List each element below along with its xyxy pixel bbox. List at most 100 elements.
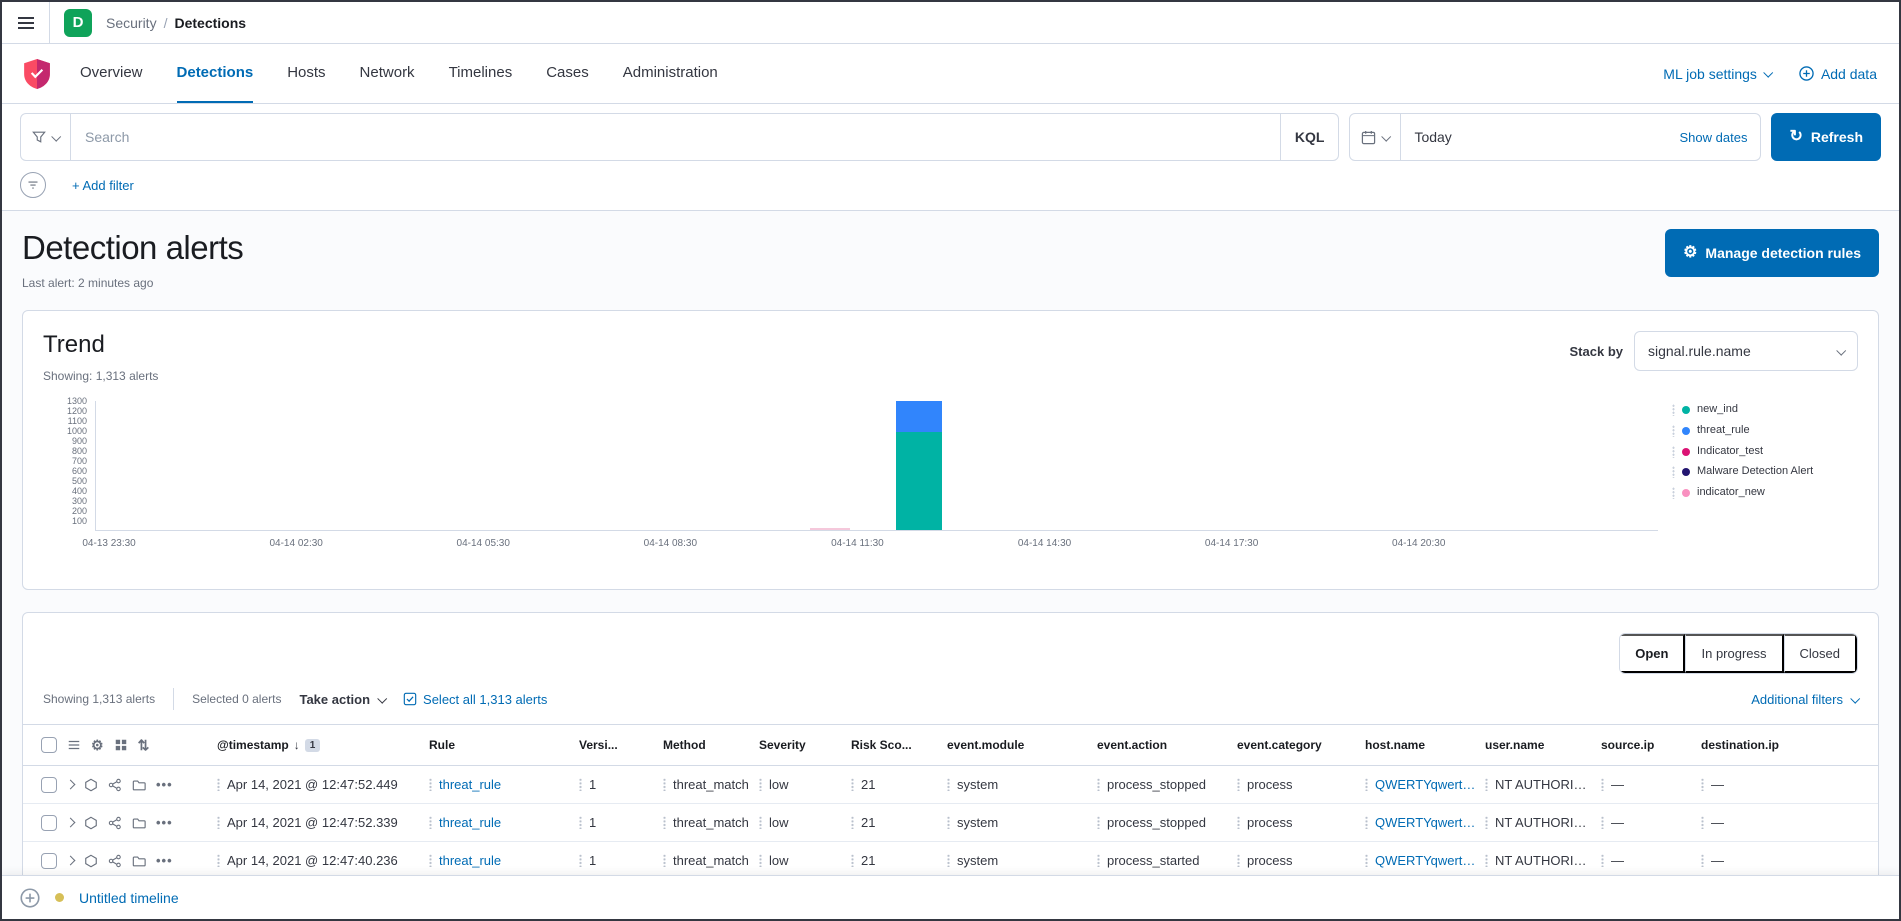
analyze-event-icon[interactable]	[84, 778, 98, 792]
column-header-timestamp[interactable]: @timestamp ↓ 1	[217, 738, 429, 752]
more-actions-icon[interactable]: •••	[156, 815, 173, 830]
drag-handle-icon[interactable]	[1601, 854, 1604, 867]
more-actions-icon[interactable]: •••	[156, 777, 173, 792]
drag-handle-icon[interactable]	[1097, 778, 1100, 791]
legend-item[interactable]: Malware Detection Alert	[1672, 465, 1858, 479]
timestamp-value[interactable]: Apr 14, 2021 @ 12:47:40.236	[227, 853, 398, 868]
event-module-value[interactable]: system	[957, 815, 998, 830]
tab-overview[interactable]: Overview	[80, 44, 143, 103]
additional-filters-button[interactable]: Additional filters	[1751, 692, 1858, 707]
drag-handle-icon[interactable]	[579, 854, 582, 867]
expand-row-icon[interactable]	[67, 781, 74, 788]
timestamp-value[interactable]: Apr 14, 2021 @ 12:47:52.449	[227, 777, 398, 792]
tab-cases[interactable]: Cases	[546, 44, 589, 103]
row-checkbox[interactable]	[41, 777, 57, 793]
drag-handle-icon[interactable]	[947, 816, 950, 829]
expand-row-icon[interactable]	[67, 857, 74, 864]
host-name-link[interactable]: QWERTYqwerty...	[1375, 815, 1477, 830]
drag-handle-icon[interactable]	[1485, 778, 1488, 791]
drag-handle-icon[interactable]	[851, 854, 854, 867]
analyze-event-icon[interactable]	[84, 816, 98, 830]
risk-score-value[interactable]: 21	[861, 777, 875, 792]
trend-bar[interactable]	[810, 401, 850, 530]
destination-ip-value[interactable]: —	[1711, 777, 1724, 792]
timestamp-value[interactable]: Apr 14, 2021 @ 12:47:52.339	[227, 815, 398, 830]
timeline-add-icon[interactable]	[20, 888, 40, 908]
drag-handle-icon[interactable]	[217, 854, 220, 867]
drag-handle-icon[interactable]	[429, 778, 432, 791]
destination-ip-value[interactable]: —	[1711, 853, 1724, 868]
sort-fields-icon[interactable]: ⇅	[138, 738, 150, 752]
drag-handle-icon[interactable]	[1485, 816, 1488, 829]
method-value[interactable]: threat_match	[673, 777, 749, 792]
event-action-value[interactable]: process_stopped	[1107, 777, 1206, 792]
user-name-value[interactable]: NT AUTHORITY...	[1495, 815, 1593, 830]
add-filter-button[interactable]: + Add filter	[72, 178, 134, 193]
column-header-user-name[interactable]: user.name	[1485, 738, 1601, 752]
visualize-graph-icon[interactable]	[108, 816, 122, 830]
status-tab-closed[interactable]: Closed	[1784, 634, 1857, 673]
drag-handle-icon[interactable]	[579, 778, 582, 791]
drag-handle-icon[interactable]	[759, 854, 762, 867]
saved-query-menu-button[interactable]	[20, 113, 71, 161]
event-category-value[interactable]: process	[1247, 853, 1293, 868]
column-header-version[interactable]: Versi...	[579, 738, 663, 752]
investigate-in-timeline-icon[interactable]	[132, 854, 146, 868]
expand-row-icon[interactable]	[67, 819, 74, 826]
source-ip-value[interactable]: —	[1611, 815, 1624, 830]
event-module-value[interactable]: system	[957, 853, 998, 868]
drag-handle-icon[interactable]	[429, 854, 432, 867]
event-action-value[interactable]: process_stopped	[1107, 815, 1206, 830]
version-value[interactable]: 1	[589, 815, 596, 830]
tab-hosts[interactable]: Hosts	[287, 44, 325, 103]
manage-detection-rules-button[interactable]: ⚙ Manage detection rules	[1665, 229, 1879, 277]
status-tab-in-progress[interactable]: In progress	[1685, 634, 1783, 673]
drag-handle-icon[interactable]	[1237, 816, 1240, 829]
drag-handle-icon[interactable]	[663, 854, 666, 867]
host-name-link[interactable]: QWERTYqwerty...	[1375, 853, 1477, 868]
take-action-button[interactable]: Take action	[299, 692, 385, 707]
refresh-button[interactable]: ↻ Refresh	[1771, 113, 1881, 161]
rule-link[interactable]: threat_rule	[439, 777, 501, 792]
drag-handle-icon[interactable]	[759, 778, 762, 791]
tab-administration[interactable]: Administration	[623, 44, 718, 103]
method-value[interactable]: threat_match	[673, 853, 749, 868]
drag-handle-icon[interactable]	[759, 816, 762, 829]
drag-handle-icon[interactable]	[1701, 816, 1704, 829]
host-name-link[interactable]: QWERTYqwerty...	[1375, 777, 1477, 792]
column-header-destination-ip[interactable]: destination.ip	[1701, 738, 1878, 752]
breadcrumb-security[interactable]: Security	[106, 15, 157, 31]
column-header-event-action[interactable]: event.action	[1097, 738, 1237, 752]
drag-handle-icon[interactable]	[1237, 854, 1240, 867]
search-input[interactable]	[71, 113, 1281, 161]
risk-score-value[interactable]: 21	[861, 815, 875, 830]
analyze-event-icon[interactable]	[84, 854, 98, 868]
source-ip-value[interactable]: —	[1611, 853, 1624, 868]
column-header-rule[interactable]: Rule	[429, 738, 579, 752]
drag-handle-icon[interactable]	[1365, 854, 1368, 867]
column-header-event-module[interactable]: event.module	[947, 738, 1097, 752]
tab-detections[interactable]: Detections	[177, 44, 254, 103]
drag-handle-icon[interactable]	[1701, 854, 1704, 867]
tab-timelines[interactable]: Timelines	[449, 44, 513, 103]
legend-item[interactable]: new_ind	[1672, 403, 1858, 417]
drag-handle-icon[interactable]	[579, 816, 582, 829]
drag-handle-icon[interactable]	[1485, 854, 1488, 867]
user-name-value[interactable]: NT AUTHORITY...	[1495, 853, 1593, 868]
menu-icon[interactable]	[2, 2, 50, 43]
event-module-value[interactable]: system	[957, 777, 998, 792]
rule-link[interactable]: threat_rule	[439, 853, 501, 868]
drag-handle-icon[interactable]	[851, 816, 854, 829]
drag-handle-icon[interactable]	[429, 816, 432, 829]
drag-handle-icon[interactable]	[217, 816, 220, 829]
legend-item[interactable]: Indicator_test	[1672, 445, 1858, 459]
severity-value[interactable]: low	[769, 815, 789, 830]
drag-handle-icon[interactable]	[1365, 778, 1368, 791]
grid-columns-icon[interactable]	[114, 738, 128, 752]
drag-handle-icon[interactable]	[1701, 778, 1704, 791]
version-value[interactable]: 1	[589, 853, 596, 868]
untitled-timeline-button[interactable]: Untitled timeline	[79, 890, 179, 906]
risk-score-value[interactable]: 21	[861, 853, 875, 868]
rule-link[interactable]: threat_rule	[439, 815, 501, 830]
column-header-event-category[interactable]: event.category	[1237, 738, 1365, 752]
